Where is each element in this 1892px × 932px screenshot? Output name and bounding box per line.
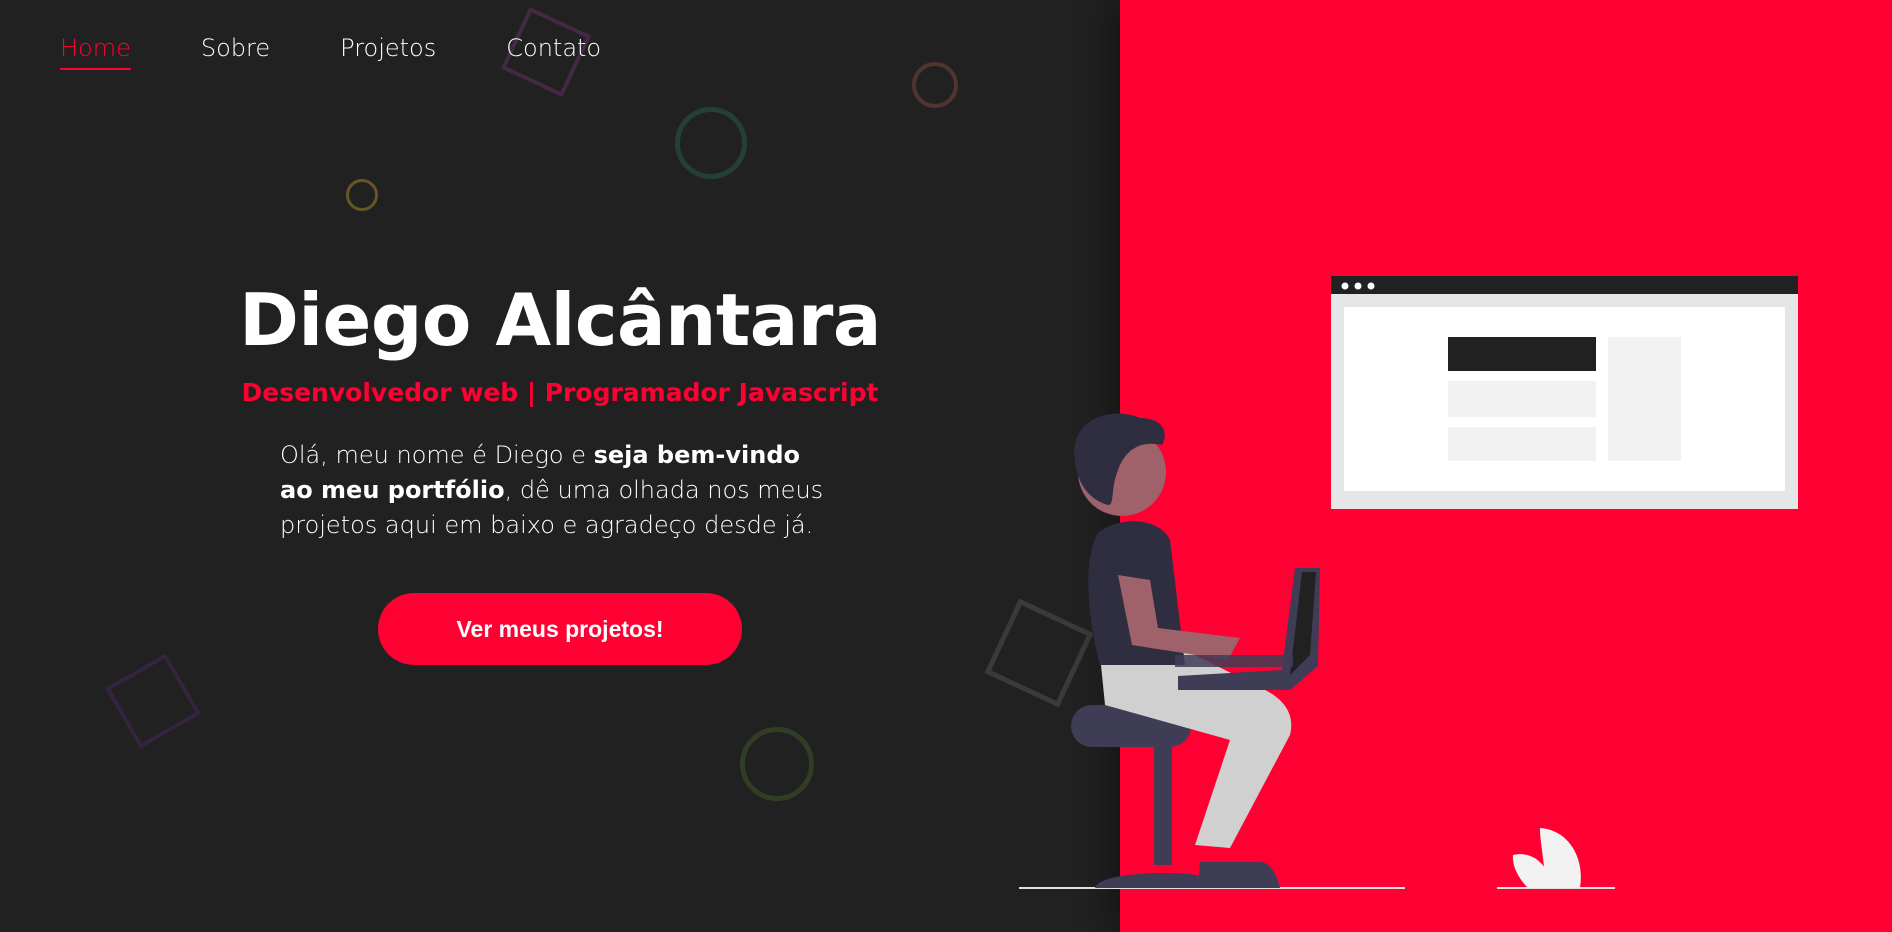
nav-item-sobre[interactable]: Sobre [201, 34, 270, 70]
decorative-circle-yellow [346, 179, 378, 211]
nav-item-home[interactable]: Home [60, 34, 131, 70]
nav-item-contato[interactable]: Contato [506, 34, 601, 70]
decorative-circle-teal [675, 107, 747, 179]
decorative-square-left [105, 653, 201, 749]
decorative-circle-olive [740, 727, 814, 801]
hero-subtitle: Desenvolvedor web | Programador Javascri… [241, 378, 879, 407]
nav-item-projetos[interactable]: Projetos [340, 34, 436, 70]
page: Home Sobre Projetos Contato Diego Alcânt… [0, 0, 1892, 932]
hero-intro-text: Olá, meu nome é Diego e seja bem-vindo a… [280, 438, 840, 543]
view-projects-button[interactable]: Ver meus projetos! [378, 593, 742, 665]
decorative-circle-brown [912, 62, 958, 108]
hero-name: Diego Alcântara [239, 278, 881, 362]
decorative-square-center [984, 598, 1094, 708]
hero-red-panel [1120, 0, 1892, 932]
hero-intro-text-part1: Olá, meu nome é Diego e [280, 441, 594, 469]
main-navigation: Home Sobre Projetos Contato [60, 34, 671, 70]
